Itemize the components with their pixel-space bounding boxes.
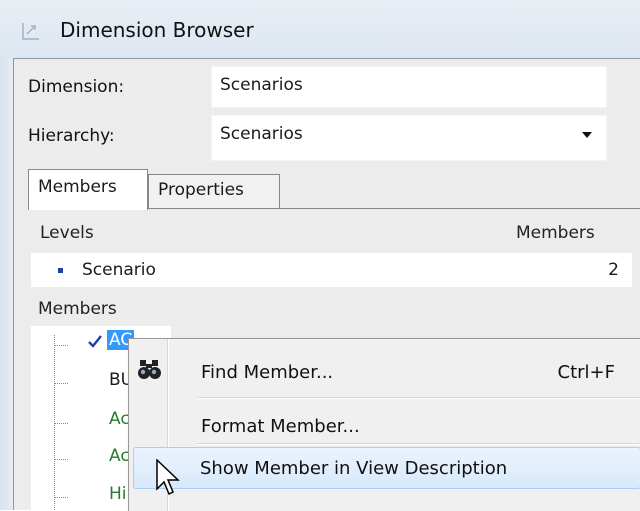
- level-count: 2: [608, 260, 619, 280]
- level-name: Scenario: [82, 260, 156, 280]
- hierarchy-label: Hierarchy:: [28, 126, 115, 146]
- window-title: Dimension Browser: [60, 18, 254, 42]
- dimension-label: Dimension:: [28, 77, 125, 97]
- menu-item-format-member[interactable]: Format Member...: [129, 405, 640, 445]
- menu-item-label: Show Member in View Description: [200, 458, 508, 479]
- context-menu: Find Member... Ctrl+F Format Member... S…: [128, 338, 640, 511]
- dimension-browser-icon: [22, 23, 39, 40]
- members-header: Members: [38, 299, 117, 319]
- levels-members-header: Members: [516, 223, 595, 243]
- chevron-down-icon[interactable]: [582, 132, 592, 138]
- checkmark-icon: [88, 335, 102, 348]
- levels-header: Levels: [40, 223, 94, 243]
- binoculars-icon: [138, 360, 161, 379]
- tree-item-member[interactable]: Hi: [109, 484, 127, 504]
- mouse-cursor-icon: [156, 459, 180, 496]
- menu-item-find-member[interactable]: Find Member... Ctrl+F: [129, 351, 640, 391]
- tab-properties[interactable]: Properties: [148, 174, 280, 209]
- tree-item-member[interactable]: Ac: [109, 409, 130, 429]
- menu-item-show-member-in-view-description[interactable]: Show Member in View Description: [133, 447, 640, 489]
- hierarchy-value: Scenarios: [220, 124, 303, 144]
- menu-item-shortcut: Ctrl+F: [557, 362, 615, 383]
- tab-members-label: Members: [38, 177, 117, 197]
- level-row[interactable]: Scenario 2: [31, 253, 632, 287]
- hierarchy-dropdown[interactable]: Scenarios: [211, 115, 607, 161]
- dimension-value: Scenarios: [220, 75, 303, 95]
- menu-item-label: Format Member...: [201, 416, 360, 437]
- tab-members[interactable]: Members: [28, 169, 148, 210]
- menu-item-label: Find Member...: [201, 362, 334, 383]
- bullet-icon: [58, 268, 63, 273]
- dimension-field[interactable]: Scenarios: [211, 66, 607, 108]
- tree-item-member[interactable]: Ac: [109, 446, 130, 466]
- window-frame: [0, 58, 14, 510]
- title-bar: Dimension Browser: [0, 0, 640, 58]
- tab-properties-label: Properties: [158, 180, 244, 200]
